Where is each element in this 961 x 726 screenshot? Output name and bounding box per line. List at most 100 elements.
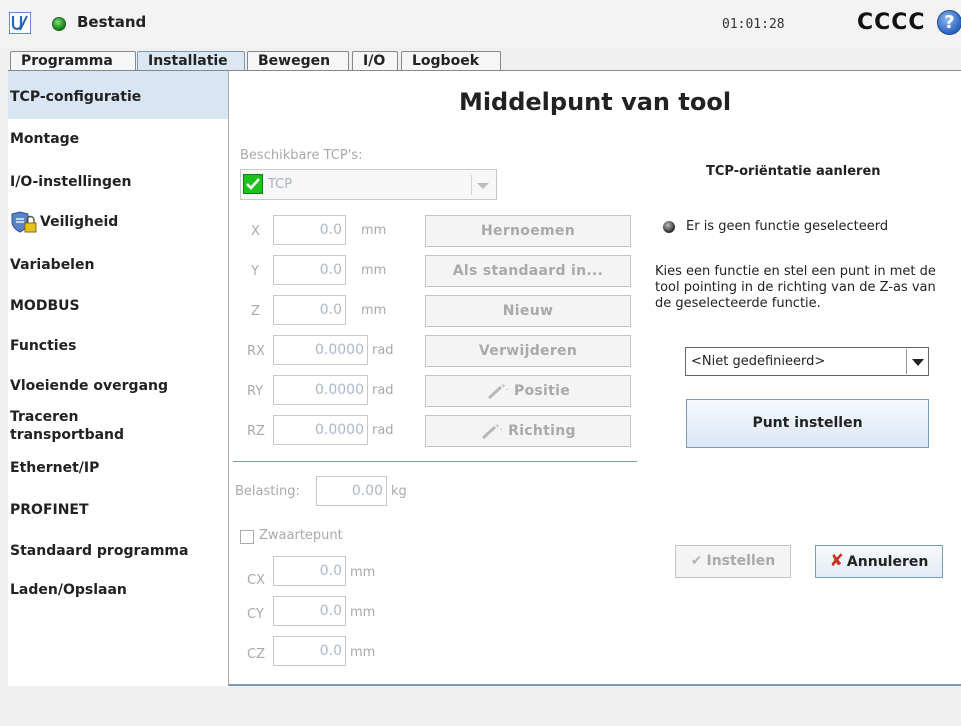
field-label-cz: CZ: [247, 647, 265, 662]
sidebar-item-standaard-programma[interactable]: Standaard programma: [8, 542, 228, 560]
tab-programma[interactable]: Programma: [10, 51, 136, 71]
sidebar-item-label: Laden/Opslaan: [10, 582, 127, 598]
field-label-rz: RZ: [247, 424, 265, 439]
sidebar-item-label: Vloeiende overgang: [10, 378, 168, 394]
x-input[interactable]: 0.0: [273, 215, 346, 245]
chevron-down-icon: [906, 349, 928, 374]
sidebar-item-io-instellingen[interactable]: I/O-instellingen: [8, 173, 228, 191]
payload-input[interactable]: 0.00: [316, 476, 387, 506]
sidebar-item-modbus[interactable]: MODBUS: [8, 297, 228, 315]
section-divider: [233, 461, 637, 462]
apply-button[interactable]: ✔ Instellen: [675, 545, 791, 578]
sidebar-item-laden-opslaan[interactable]: Laden/Opslaan: [8, 581, 228, 599]
sidebar: TCP-configuratie Montage I/O-instellinge…: [8, 71, 229, 686]
robot-status-icon[interactable]: [52, 17, 66, 31]
delete-button[interactable]: Verwijderen: [425, 335, 631, 367]
sidebar-item-profinet[interactable]: PROFINET: [8, 501, 228, 519]
clock: 01:01:28: [722, 17, 785, 32]
cog-label: Zwaartepunt: [259, 528, 343, 543]
field-label-ry: RY: [247, 384, 264, 399]
unit-label: mm: [350, 645, 376, 660]
tcp-dropdown[interactable]: TCP: [240, 169, 497, 200]
cy-input[interactable]: 0.0: [273, 596, 346, 626]
field-label-cy: CY: [247, 607, 264, 622]
ur-logo-icon: [9, 12, 31, 34]
robot-name: CCCC: [857, 10, 926, 35]
teach-orientation-title: TCP-oriëntatie aanleren: [706, 164, 881, 179]
sidebar-item-label: TCP-configuratie: [10, 89, 142, 105]
rename-button[interactable]: Hernoemen: [425, 215, 631, 247]
file-menu[interactable]: Bestand: [77, 13, 146, 31]
instruction-text: Kies een functie en stel een punt in met…: [655, 264, 936, 311]
tab-io[interactable]: I/O: [352, 51, 398, 71]
field-label-y: Y: [251, 264, 259, 279]
unit-label: mm: [361, 223, 387, 238]
feature-status-text: Er is geen functie geselecteerd: [686, 219, 889, 234]
sidebar-item-montage[interactable]: Montage: [8, 130, 228, 148]
unit-label: rad: [372, 423, 394, 438]
set-point-button[interactable]: Punt instellen: [686, 399, 929, 448]
close-icon: ✘: [829, 551, 844, 571]
orientation-button[interactable]: Richting: [425, 415, 631, 447]
set-default-button[interactable]: Als standaard in...: [425, 255, 631, 287]
unit-label: mm: [361, 303, 387, 318]
cancel-button-label: Annuleren: [846, 554, 929, 570]
feature-select[interactable]: <Niet gedefinieerd>: [685, 347, 929, 376]
shield-lock-icon: [11, 211, 37, 233]
cz-input[interactable]: 0.0: [273, 636, 346, 666]
status-indicator-icon: [663, 221, 675, 233]
unit-label: mm: [350, 565, 376, 580]
chevron-down-icon: [471, 175, 493, 195]
tab-bewegen[interactable]: Bewegen: [247, 51, 349, 71]
help-icon[interactable]: ?: [937, 10, 961, 35]
sidebar-item-variabelen[interactable]: Variabelen: [8, 256, 228, 274]
sidebar-item-label: PROFINET: [10, 502, 89, 518]
ry-input[interactable]: 0.0000: [273, 375, 368, 405]
new-button[interactable]: Nieuw: [425, 295, 631, 327]
checkmark-icon: [243, 174, 263, 194]
cog-checkbox[interactable]: [240, 530, 254, 544]
sidebar-item-label: MODBUS: [10, 298, 80, 314]
rx-input[interactable]: 0.0000: [273, 335, 368, 365]
unit-label: rad: [372, 383, 394, 398]
orientation-button-label: Richting: [508, 423, 576, 439]
sidebar-item-label: Standaard programma: [10, 543, 189, 559]
cx-input[interactable]: 0.0: [273, 556, 346, 586]
sidebar-item-label: Montage: [10, 131, 80, 147]
tab-logboek[interactable]: Logboek: [401, 51, 501, 71]
sidebar-item-tcp-configuratie[interactable]: TCP-configuratie: [8, 71, 228, 119]
footer-area: [0, 688, 961, 726]
unit-label: kg: [391, 484, 407, 499]
checkmark-icon: ✔: [690, 553, 703, 569]
field-label-z: Z: [251, 304, 260, 319]
z-input[interactable]: 0.0: [273, 295, 346, 325]
field-label-cx: CX: [247, 573, 265, 588]
sidebar-item-label: I/O-instellingen: [10, 174, 132, 190]
tcp-selected-value: TCP: [268, 177, 293, 192]
page-title: Middelpunt van tool: [458, 88, 732, 116]
payload-label: Belasting:: [235, 484, 300, 499]
sidebar-item-traceren-transportband[interactable]: Traceren transportband: [8, 408, 158, 444]
sidebar-item-vloeiende-overgang[interactable]: Vloeiende overgang: [8, 377, 228, 395]
y-input[interactable]: 0.0: [273, 255, 346, 285]
magic-wand-icon: [487, 383, 509, 400]
sidebar-item-label: Veiligheid: [40, 214, 119, 230]
position-button[interactable]: Positie: [425, 375, 631, 407]
sidebar-item-functies[interactable]: Functies: [8, 337, 228, 355]
tab-installatie[interactable]: Installatie: [137, 51, 245, 71]
sidebar-item-label: Traceren transportband: [10, 409, 125, 443]
available-tcps-label: Beschikbare TCP's:: [240, 148, 363, 163]
sidebar-item-label: Ethernet/IP: [10, 460, 100, 476]
position-button-label: Positie: [513, 383, 571, 399]
rz-input[interactable]: 0.0000: [273, 415, 368, 445]
cancel-button[interactable]: ✘ Annuleren: [815, 545, 943, 578]
magic-wand-icon: [482, 423, 503, 440]
apply-button-label: Instellen: [706, 553, 776, 569]
unit-label: mm: [350, 605, 376, 620]
field-label-x: X: [251, 224, 260, 239]
top-bar: Bestand 01:01:28 CCCC ?: [0, 0, 961, 48]
unit-label: mm: [361, 263, 387, 278]
field-label-rx: RX: [247, 344, 265, 359]
sidebar-item-ethernet-ip[interactable]: Ethernet/IP: [8, 459, 228, 477]
sidebar-item-veiligheid[interactable]: Veiligheid: [8, 211, 228, 233]
